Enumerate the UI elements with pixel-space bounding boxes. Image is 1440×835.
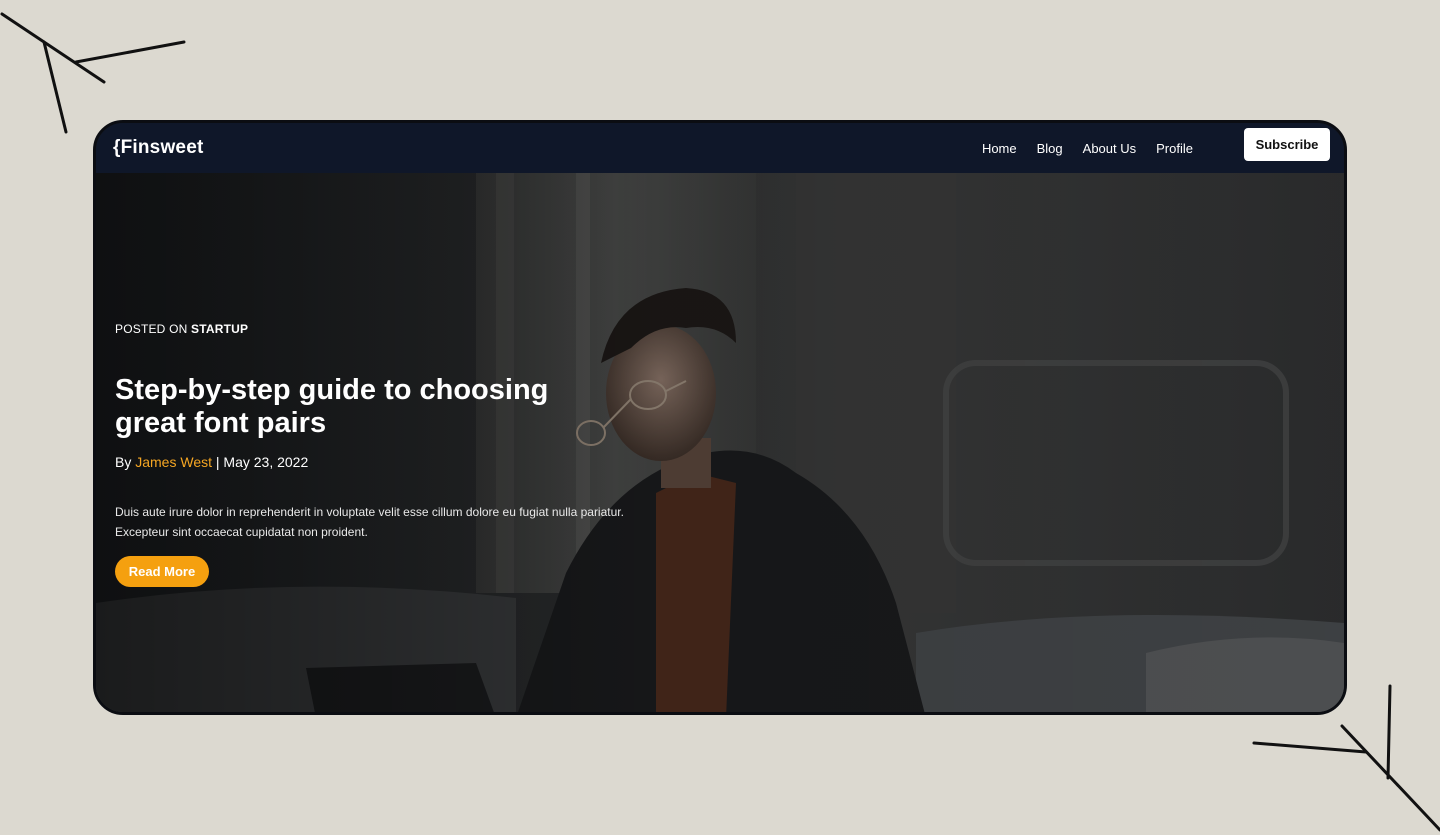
post-date: | May 23, 2022	[212, 454, 309, 470]
hero-content: POSTED ON STARTUP Step-by-step guide to …	[115, 322, 655, 587]
deco-line	[1386, 684, 1392, 780]
read-more-button[interactable]: Read More	[115, 556, 209, 587]
navbar: {Finsweet Home Blog About Us Profile Sub…	[96, 123, 1344, 173]
author-link[interactable]: James West	[135, 454, 212, 470]
post-meta: By James West | May 23, 2022	[115, 454, 655, 470]
by-prefix: By	[115, 454, 136, 470]
category-link[interactable]: STARTUP	[191, 322, 248, 336]
posted-on-label: POSTED ON STARTUP	[115, 322, 655, 336]
deco-line	[1252, 741, 1368, 754]
deco-line	[74, 40, 186, 64]
brand-logo[interactable]: {Finsweet	[113, 137, 204, 159]
nav-link-blog[interactable]: Blog	[1037, 141, 1063, 156]
deco-line	[42, 40, 68, 134]
nav-link-profile[interactable]: Profile	[1156, 141, 1193, 156]
nav-links: Home Blog About Us Profile	[982, 123, 1193, 173]
post-excerpt: Duis aute irure dolor in reprehenderit i…	[115, 505, 624, 539]
subscribe-button[interactable]: Subscribe	[1244, 128, 1330, 161]
deco-line	[0, 12, 106, 84]
posted-prefix: POSTED ON	[115, 322, 192, 336]
deco-line	[1340, 724, 1440, 832]
browser-frame: {Finsweet Home Blog About Us Profile Sub…	[93, 120, 1347, 715]
post-title: Step-by-step guide to choosing great fon…	[115, 374, 549, 439]
nav-link-about[interactable]: About Us	[1083, 141, 1136, 156]
nav-link-home[interactable]: Home	[982, 141, 1017, 156]
